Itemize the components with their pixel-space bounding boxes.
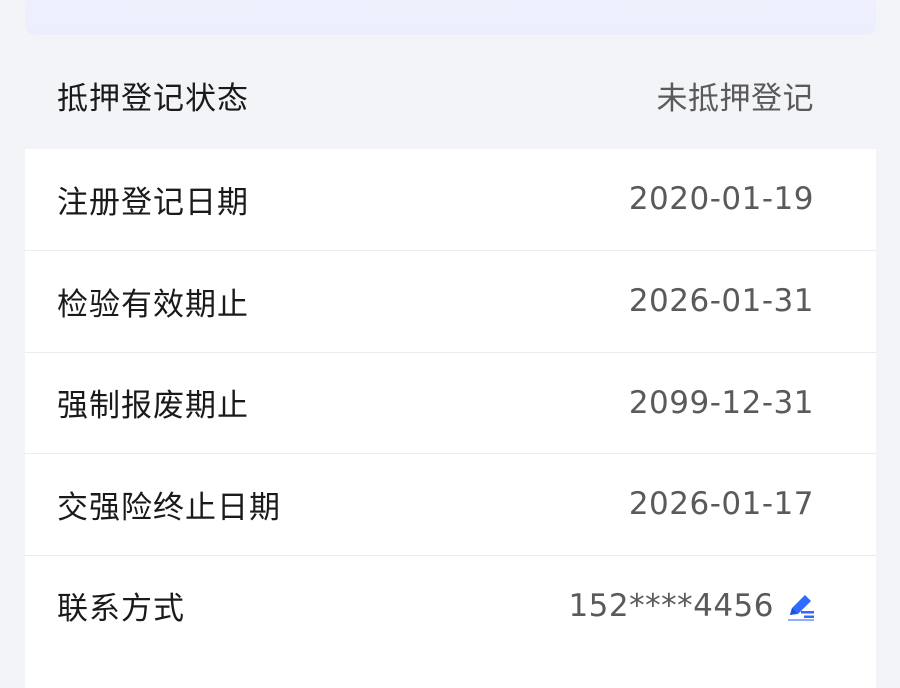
contact-phone-value: 152****4456 [568, 587, 774, 624]
contact-row[interactable]: 联系方式 152****4456 [25, 554, 876, 656]
vehicle-info-list: 抵押登记状态 未抵押登记 注册登记日期 2020-01-19 检验有效期止 20… [25, 45, 876, 656]
top-card [25, 0, 876, 35]
mortgage-status-value: 未抵押登记 [656, 81, 814, 118]
contact-value-group: 152****4456 [568, 588, 818, 624]
registration-date-label: 注册登记日期 [57, 184, 249, 221]
registration-date-value: 2020-01-19 [628, 181, 814, 218]
contact-label: 联系方式 [57, 591, 185, 628]
mortgage-status-row: 抵押登记状态 未抵押登记 [25, 45, 876, 147]
mortgage-status-label: 抵押登记状态 [57, 81, 249, 118]
edit-icon[interactable] [784, 589, 818, 623]
inspection-expiry-row: 检验有效期止 2026-01-31 [25, 250, 876, 352]
bottom-card [25, 648, 876, 688]
inspection-expiry-value: 2026-01-31 [628, 283, 814, 320]
scrap-deadline-row: 强制报废期止 2099-12-31 [25, 351, 876, 453]
inspection-expiry-label: 检验有效期止 [57, 286, 249, 323]
insurance-end-date-value: 2026-01-17 [628, 486, 814, 523]
scrap-deadline-value: 2099-12-31 [628, 384, 814, 421]
insurance-end-date-row: 交强险终止日期 2026-01-17 [25, 453, 876, 555]
registration-date-row: 注册登记日期 2020-01-19 [25, 148, 876, 250]
insurance-end-date-label: 交强险终止日期 [57, 489, 281, 526]
scrap-deadline-label: 强制报废期止 [57, 388, 249, 425]
